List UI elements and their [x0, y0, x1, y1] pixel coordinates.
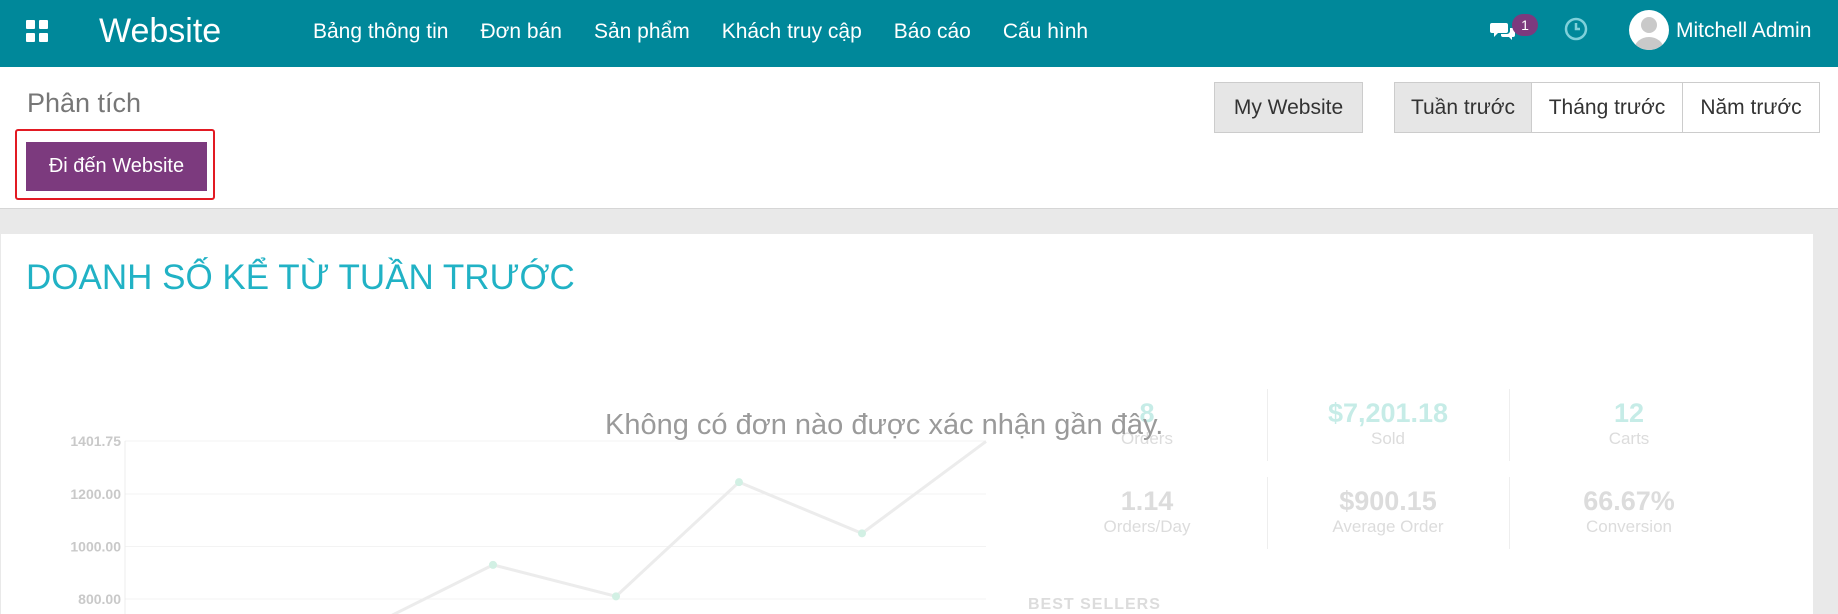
kpi-conversion: 66.67% Conversion [1509, 485, 1749, 537]
kpi-divider [1267, 389, 1268, 461]
period-filter-group: Tuần trước Tháng trước Năm trước [1394, 82, 1820, 133]
top-navbar: Website Bảng thông tin Đơn bán Sản phẩm … [0, 0, 1838, 67]
kpi-label: Average Order [1332, 517, 1444, 536]
user-avatar[interactable] [1629, 10, 1669, 50]
go-to-website-button[interactable]: Đi đến Website [26, 142, 207, 191]
user-name[interactable]: Mitchell Admin [1676, 19, 1811, 43]
chart-point [858, 529, 866, 538]
period-last-month-button[interactable]: Tháng trước [1531, 82, 1683, 133]
menu-item-sales-orders[interactable]: Đơn bán [480, 20, 562, 44]
kpi-label: Carts [1608, 429, 1650, 448]
y-tick-label: 1000.00 [70, 538, 121, 554]
kpi-value: $7,201.18 [1327, 398, 1449, 428]
menu-item-dashboard[interactable]: Bảng thông tin [313, 20, 448, 44]
period-last-year-button[interactable]: Năm trước [1682, 82, 1820, 133]
kpi-value: 1.14 [1120, 486, 1174, 516]
y-tick-label: 1401.75 [70, 433, 121, 449]
menu-item-products[interactable]: Sản phẩm [594, 20, 690, 44]
chart-point [489, 560, 497, 569]
kpi-label: Conversion [1586, 517, 1672, 536]
messages-count-badge: 1 [1512, 14, 1538, 36]
app-brand[interactable]: Website [99, 12, 221, 50]
empty-orders-message: Không có đơn nào được xác nhận gần đây. [605, 409, 1164, 441]
apps-grid-icon[interactable] [26, 20, 48, 42]
best-sellers-heading: BEST SELLERS [1028, 596, 1161, 613]
chart-series-line [391, 440, 987, 614]
kpi-label: Sold [1370, 429, 1406, 448]
control-panel: Phân tích Đi đến Website My Website Tuần… [0, 67, 1838, 209]
clock-icon[interactable] [1563, 16, 1589, 42]
page-title: Phân tích [27, 88, 142, 118]
avatar-silhouette-icon [1634, 17, 1664, 50]
kpi-carts: 12 Carts [1509, 397, 1749, 449]
sales-dashboard-card: DOANH SỐ KỂ TỪ TUẦN TRƯỚC 1401.75 1200.00… [1, 234, 1813, 614]
kpi-label: Orders/Day [1103, 517, 1191, 536]
kpi-value: 66.67% [1583, 486, 1675, 516]
menu-item-visitors[interactable]: Khách truy cập [722, 20, 862, 44]
website-selector-button[interactable]: My Website [1214, 82, 1363, 133]
kpi-average-order: $900.15 Average Order [1268, 485, 1508, 537]
y-tick-label: 1200.00 [70, 486, 121, 502]
messages-button[interactable]: 1 [1490, 14, 1550, 50]
chart-point [735, 478, 743, 487]
kpi-divider [1267, 477, 1268, 549]
kpi-value: 12 [1613, 398, 1645, 428]
period-last-week-button[interactable]: Tuần trước [1394, 82, 1532, 133]
menu-item-reports[interactable]: Báo cáo [894, 20, 971, 44]
kpi-sold: $7,201.18 Sold [1268, 397, 1508, 449]
kpi-value: $900.15 [1339, 486, 1437, 516]
chart-point [612, 592, 620, 601]
menu-item-configuration[interactable]: Cấu hình [1003, 20, 1088, 44]
y-tick-label: 800.00 [78, 591, 121, 607]
kpi-divider [1509, 477, 1510, 549]
main-menu: Bảng thông tin Đơn bán Sản phẩm Khách tr… [313, 20, 1120, 44]
kpi-divider [1509, 389, 1510, 461]
kpi-orders-per-day: 1.14 Orders/Day [1027, 485, 1267, 537]
